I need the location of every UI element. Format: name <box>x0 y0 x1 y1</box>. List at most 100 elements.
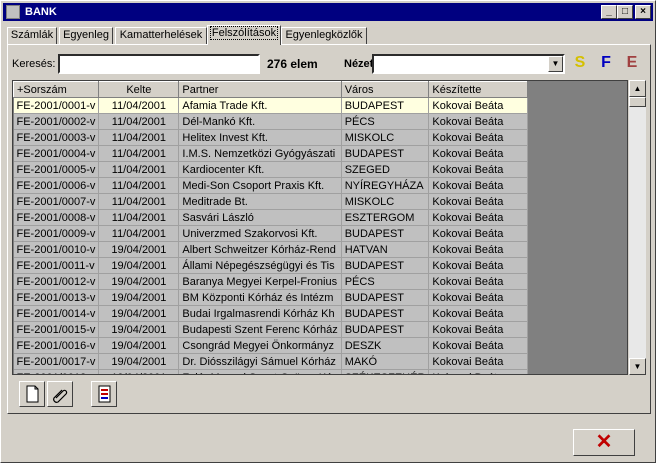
table-cell: Kokovai Beáta <box>428 289 529 306</box>
table-row[interactable]: FE-2001/0003-v 11/04/2001 Helitex Invest K… <box>13 129 529 146</box>
table-cell: Kokovai Beáta <box>428 257 529 274</box>
table-row[interactable]: FE-2001/0014-v 19/04/2001 Budai Irgalmasre… <box>13 305 529 322</box>
table-cell: NYÍREGYHÁZA <box>341 177 430 194</box>
col-header-keszitette[interactable]: Készítette <box>428 81 529 98</box>
table-cell: Kardiocenter Kft. <box>178 161 342 178</box>
table-cell: 19/04/2001 <box>98 273 180 290</box>
close-button[interactable]: ✕ <box>573 429 635 456</box>
table-cell: BUDAPEST <box>341 321 430 338</box>
table-row[interactable]: FE-2001/0012-v 19/04/2001 Baranya Megyei K… <box>13 273 529 290</box>
table-cell: Kokovai Beáta <box>428 225 529 242</box>
new-document-icon <box>26 385 39 403</box>
minimize-button[interactable]: _ <box>601 5 617 19</box>
table-cell: FE-2001/0013-v <box>13 289 100 306</box>
table-row[interactable]: FE-2001/0002-v 11/04/2001 Dél-Mankó Kft. PÉ… <box>13 113 529 130</box>
table-cell: BM Központi Kórház és Intézm <box>178 289 342 306</box>
table-cell: MISKOLC <box>341 193 430 210</box>
table-cell: Budapesti Szent Ferenc Kórház <box>178 321 342 338</box>
table-cell: 19/04/2001 <box>98 305 180 322</box>
table-cell: Dr. Diósszilágyi Sámuel Kórház <box>178 353 342 370</box>
maximize-button[interactable]: □ <box>617 5 633 19</box>
table-cell: Kokovai Beáta <box>428 273 529 290</box>
table-cell: FE-2001/0005-v <box>13 161 100 178</box>
item-count: 276 elem <box>267 57 318 71</box>
table-cell: 19/04/2001 <box>98 257 180 274</box>
paperclip-icon <box>53 389 68 403</box>
header-row: +Sorszám Kelte Partner Város Készítette <box>13 81 529 98</box>
tab-egyenlegkozlok[interactable]: Egyenlegközlők <box>281 27 367 44</box>
tab-szamlak[interactable]: Számlák <box>7 27 57 44</box>
table-cell: FE-2001/0004-v <box>13 145 100 162</box>
table-row[interactable]: FE-2001/0005-v 11/04/2001 Kardiocenter Kft… <box>13 161 529 178</box>
table-cell: Baranya Megyei Kerpel-Fronius <box>178 273 342 290</box>
table-cell: Helitex Invest Kft. <box>178 129 342 146</box>
scroll-thumb[interactable] <box>629 97 646 107</box>
table-cell: 11/04/2001 <box>98 161 180 178</box>
tab-kamatterhelesek[interactable]: Kamatterhelések <box>115 27 207 44</box>
table-cell: Univerzmed Szakorvosi Kft. <box>178 225 342 242</box>
table-cell: Afamia Trade Kft. <box>178 97 342 114</box>
table-cell: FE-2001/0015-v <box>13 321 100 338</box>
table-row[interactable]: FE-2001/0008-v 11/04/2001 Sasvári László ES… <box>13 209 529 226</box>
table-cell: DESZK <box>341 337 430 354</box>
tab-egyenleg[interactable]: Egyenleg <box>59 27 113 44</box>
col-header-partner[interactable]: Partner <box>178 81 342 98</box>
table-cell: Kokovai Beáta <box>428 177 529 194</box>
table-cell: Kokovai Beáta <box>428 113 529 130</box>
new-document-button[interactable] <box>19 381 45 407</box>
table-cell: Kokovai Beáta <box>428 369 529 374</box>
table-cell: Albert Schweitzer Kórház-Rend <box>178 241 342 258</box>
table-cell: BUDAPEST <box>341 225 430 242</box>
table-cell: BUDAPEST <box>341 305 430 322</box>
table-row[interactable]: FE-2001/0011-v 19/04/2001 Állami Népegészs… <box>13 257 529 274</box>
table-cell: 19/04/2001 <box>98 369 180 374</box>
table-row[interactable]: FE-2001/0015-v 19/04/2001 Budapesti Szent … <box>13 321 529 338</box>
table-cell: BUDAPEST <box>341 257 430 274</box>
s-button[interactable]: S <box>568 52 592 74</box>
table-cell: 19/04/2001 <box>98 321 180 338</box>
close-x-icon: ✕ <box>595 431 613 453</box>
table-cell: Kokovai Beáta <box>428 193 529 210</box>
table-row[interactable]: FE-2001/0018-v19/04/2001Fejér Megyei Sze… <box>13 369 529 374</box>
print-report-button[interactable] <box>91 381 117 407</box>
col-header-sorszam[interactable]: +Sorszám <box>13 81 100 98</box>
col-header-kelte[interactable]: Kelte <box>98 81 180 98</box>
table-cell: Kokovai Beáta <box>428 129 529 146</box>
table-row[interactable]: FE-2001/0009-v 11/04/2001 Univerzmed Szako… <box>13 225 529 242</box>
view-select[interactable]: ▼ <box>372 54 565 74</box>
table-cell: 11/04/2001 <box>98 177 180 194</box>
table-cell: Kokovai Beáta <box>428 145 529 162</box>
window-title: BANK <box>25 6 57 18</box>
scroll-down-button[interactable]: ▼ <box>629 358 646 375</box>
table-cell: Kokovai Beáta <box>428 321 529 338</box>
table-cell: Meditrade Bt. <box>178 193 342 210</box>
title-bar: BANK _ □ × <box>3 3 653 21</box>
e-button[interactable]: E <box>620 52 644 74</box>
f-button[interactable]: F <box>594 52 618 74</box>
felszolitasok-table[interactable]: +Sorszám Kelte Partner Város Készítette … <box>12 80 628 375</box>
table-row[interactable]: FE-2001/0001-v 11/04/2001 Afamia Trade Kft… <box>13 97 529 114</box>
table-cell: 11/04/2001 <box>98 129 180 146</box>
close-window-button[interactable]: × <box>635 5 651 19</box>
table-row[interactable]: FE-2001/0007-v 11/04/2001 Meditrade Bt. MIS… <box>13 193 529 210</box>
table-cell: MISKOLC <box>341 129 430 146</box>
table-cell: Kokovai Beáta <box>428 241 529 258</box>
table-cell: MAKÓ <box>341 353 430 370</box>
tab-felszolitasok[interactable]: Felszólítások <box>207 25 281 45</box>
table-cell: I.M.S. Nemzetközi Gyógyászati <box>178 145 342 162</box>
vertical-scrollbar[interactable]: ▲ ▼ <box>629 80 646 375</box>
attach-button[interactable] <box>47 381 73 407</box>
table-row[interactable]: FE-2001/0017-v 19/04/2001 Dr. Diósszilágyi… <box>13 353 529 370</box>
search-input[interactable] <box>58 54 260 74</box>
table-cell: 11/04/2001 <box>98 209 180 226</box>
scroll-up-button[interactable]: ▲ <box>629 80 646 97</box>
table-row[interactable]: FE-2001/0010-v 19/04/2001 Albert Schweitze… <box>13 241 529 258</box>
table-cell: 19/04/2001 <box>98 337 180 354</box>
bank-window: BANK _ □ × Számlák Egyenleg Kamatterhelé… <box>0 0 656 463</box>
chevron-down-icon[interactable]: ▼ <box>548 56 563 72</box>
table-row[interactable]: FE-2001/0016-v 19/04/2001 Csongrád Megyei … <box>13 337 529 354</box>
col-header-varos[interactable]: Város <box>340 81 430 98</box>
table-row[interactable]: FE-2001/0006-v 11/04/2001 Medi-Son Csoport… <box>13 177 529 194</box>
table-row[interactable]: FE-2001/0013-v 19/04/2001 BM Központi Kórh… <box>13 289 529 306</box>
table-row[interactable]: FE-2001/0004-v 11/04/2001 I.M.S. Nemzetköz… <box>13 145 529 162</box>
